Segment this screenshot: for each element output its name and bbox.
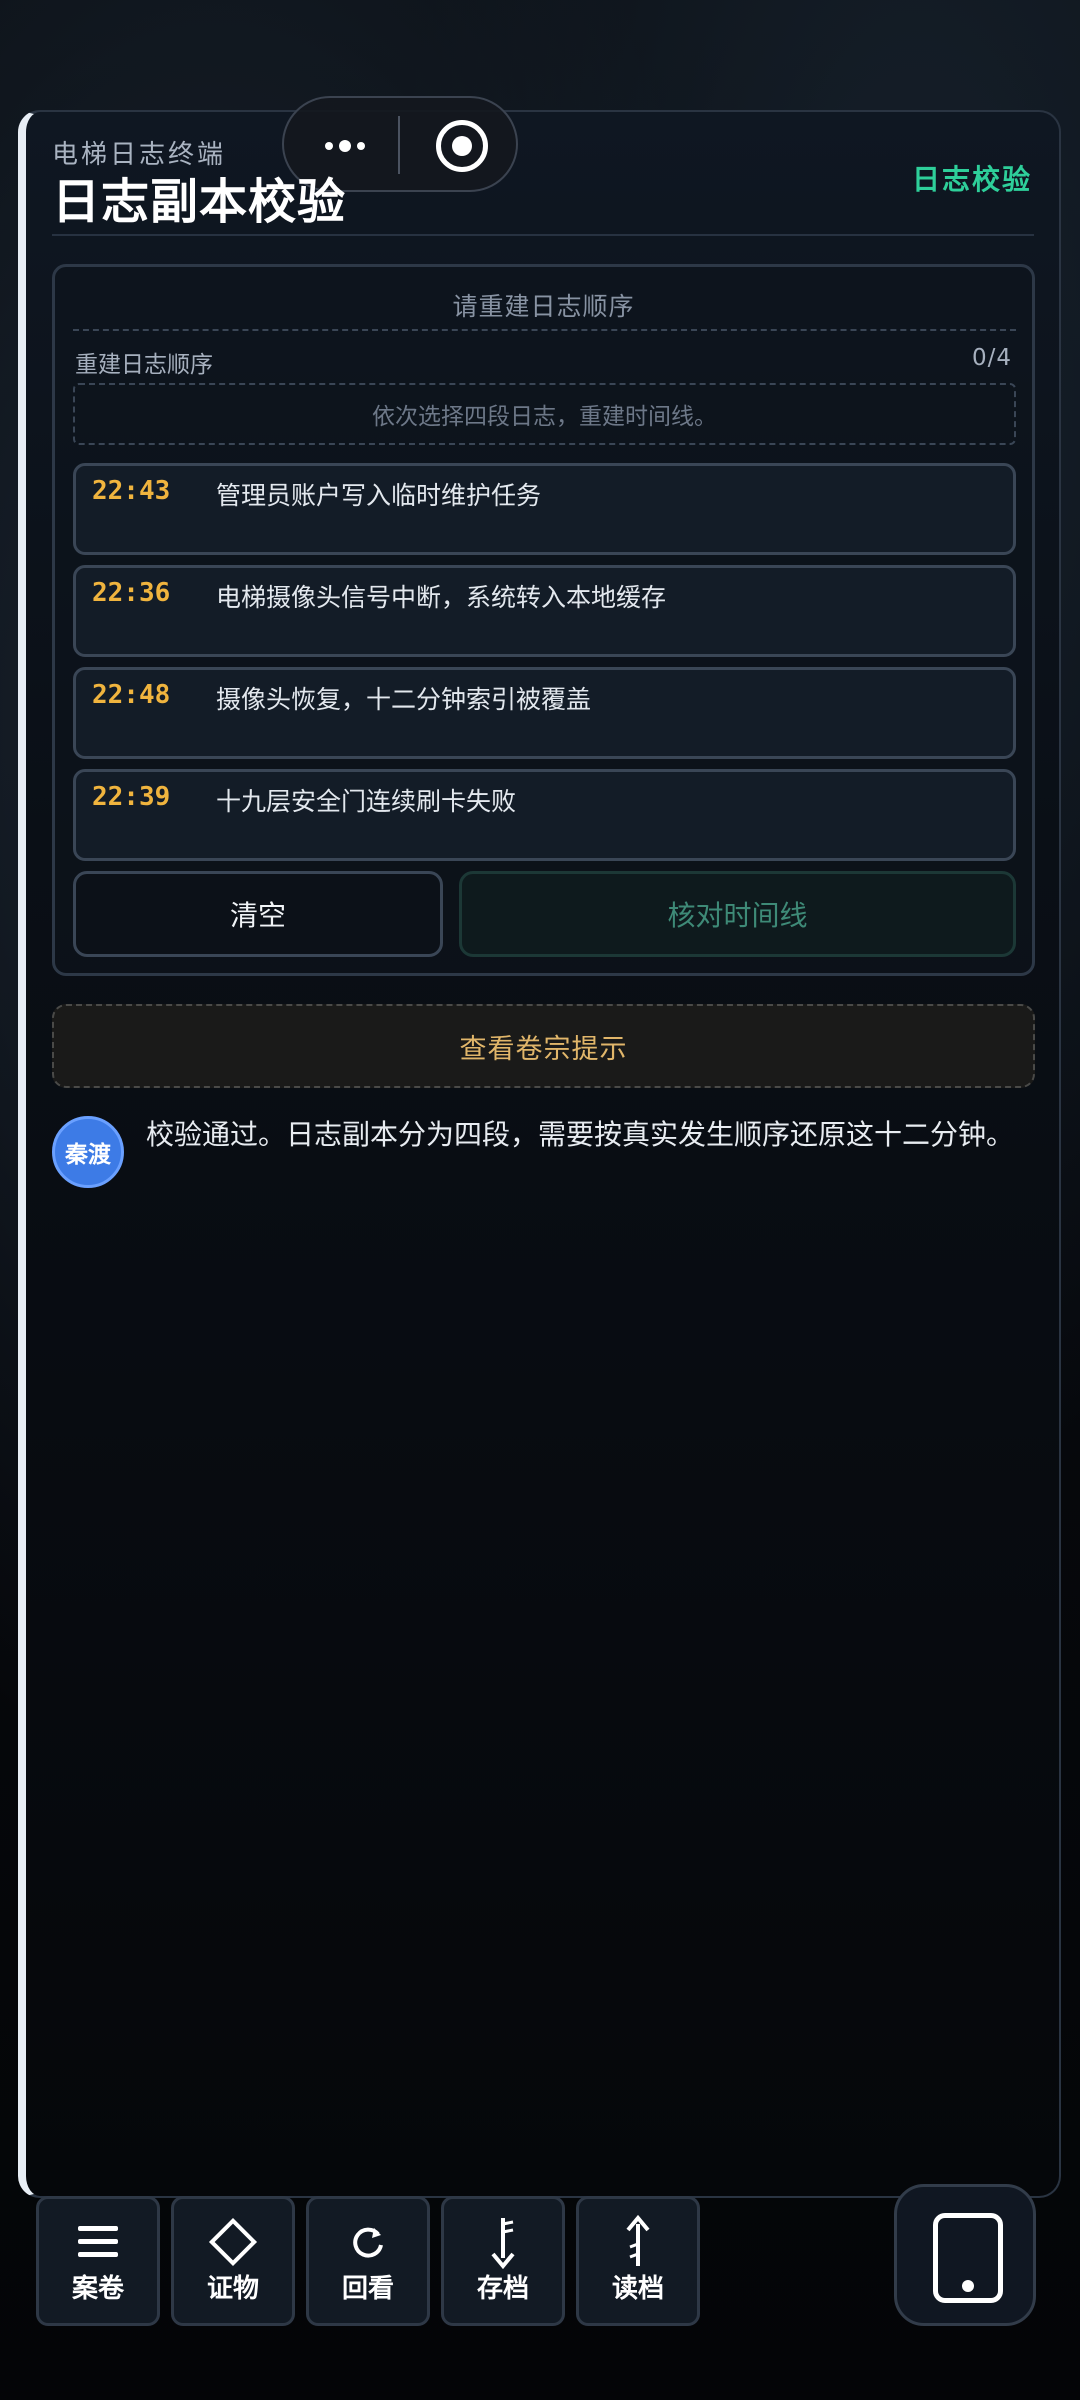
more-icon[interactable] <box>314 126 376 166</box>
diamond-icon <box>174 2213 292 2271</box>
order-count: 0/4 <box>971 345 1012 371</box>
log-text: 十九层安全门连续刷卡失败 <box>216 787 517 816</box>
log-time: 22:48 <box>92 680 171 710</box>
nav-label: 存档 <box>476 2274 529 2304</box>
mode-label: 日志校验 <box>911 163 1032 196</box>
avatar: 秦渡 <box>52 1116 124 1188</box>
log-time: 22:36 <box>92 578 171 608</box>
log-item[interactable]: 22:39 十九层安全门连续刷卡失败 <box>73 769 1016 861</box>
log-text: 电梯摄像头信号中断，系统转入本地缓存 <box>216 583 667 612</box>
header-divider <box>52 234 1034 236</box>
nav-save-button[interactable]: 存档 <box>441 2196 565 2326</box>
log-item[interactable]: 22:36 电梯摄像头信号中断，系统转入本地缓存 <box>73 565 1016 657</box>
replay-icon <box>309 2213 427 2271</box>
save-icon <box>444 2213 562 2271</box>
nav-evidence-button[interactable]: 证物 <box>171 2196 295 2326</box>
phone-icon <box>933 2213 1003 2303</box>
view-hint-button[interactable]: 查看卷宗提示 <box>52 1004 1035 1088</box>
chat-message: 校验通过。日志副本分为四段，需要按真实发生顺序还原这十二分钟。 <box>146 1118 1015 1151</box>
log-order-card: 请重建日志顺序 重建日志顺序 0/4 依次选择四段日志，重建时间线。 22:43… <box>52 264 1035 976</box>
log-time: 22:39 <box>92 782 171 812</box>
nav-case-file-button[interactable]: 案卷 <box>36 2196 160 2326</box>
load-icon <box>579 2213 697 2271</box>
menu-icon <box>39 2213 157 2271</box>
phone-button[interactable] <box>894 2184 1036 2326</box>
check-timeline-button[interactable]: 核对时间线 <box>459 871 1016 957</box>
close-target-icon[interactable] <box>436 120 488 172</box>
log-item[interactable]: 22:43 管理员账户写入临时维护任务 <box>73 463 1016 555</box>
nav-label: 案卷 <box>71 2274 124 2304</box>
log-text: 摄像头恢复，十二分钟索引被覆盖 <box>216 685 592 714</box>
nav-label: 回看 <box>341 2274 394 2304</box>
page-title: 日志副本校验 <box>52 174 347 230</box>
capsule-divider <box>398 116 400 174</box>
log-text: 管理员账户写入临时维护任务 <box>216 481 542 510</box>
nav-label: 读档 <box>611 2274 664 2304</box>
card-divider <box>73 329 1016 331</box>
log-item[interactable]: 22:48 摄像头恢复，十二分钟索引被覆盖 <box>73 667 1016 759</box>
nav-load-button[interactable]: 读档 <box>576 2196 700 2326</box>
card-title: 请重建日志顺序 <box>452 292 635 321</box>
clear-button[interactable]: 清空 <box>73 871 443 957</box>
nav-label: 证物 <box>206 2274 259 2304</box>
order-label: 重建日志顺序 <box>75 352 213 378</box>
nav-replay-button[interactable]: 回看 <box>306 2196 430 2326</box>
log-time: 22:43 <box>92 476 171 506</box>
order-slot-area[interactable]: 依次选择四段日志，重建时间线。 <box>73 383 1016 445</box>
